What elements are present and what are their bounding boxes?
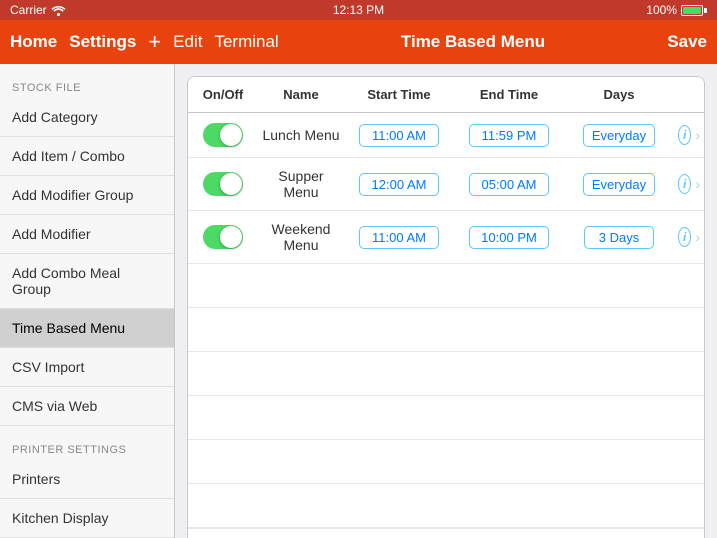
sidebar-section-printer: PRINTER SETTINGS	[0, 426, 174, 460]
row-weekend-end-time[interactable]: 10:00 PM	[454, 224, 564, 251]
sidebar-item-add-item-combo[interactable]: Add Item / Combo	[0, 137, 174, 176]
edit-button[interactable]: Edit	[173, 32, 202, 52]
row-weekend-name: Weekend Menu	[258, 219, 344, 255]
empty-row	[188, 396, 704, 440]
row-weekend-info[interactable]: i ›	[674, 225, 704, 249]
row-lunch-days[interactable]: Everyday	[564, 122, 674, 149]
col-header-onoff: On/Off	[188, 85, 258, 104]
sidebar-item-kitchen-display[interactable]: Kitchen Display	[0, 499, 174, 538]
status-bar-left: Carrier	[10, 3, 66, 17]
row-supper-end-time[interactable]: 05:00 AM	[454, 171, 564, 198]
info-button[interactable]: i	[678, 125, 691, 145]
table-header: On/Off Name Start Time End Time Days	[188, 77, 704, 113]
empty-row	[188, 440, 704, 484]
chevron-right-icon: ›	[695, 127, 700, 143]
sidebar: STOCK FILE Add Category Add Item / Combo…	[0, 64, 175, 538]
battery-pct-label: 100%	[646, 3, 677, 17]
wifi-icon	[51, 5, 66, 16]
col-header-start-time: Start Time	[344, 85, 454, 104]
info-button[interactable]: i	[678, 227, 691, 247]
row-lunch-name: Lunch Menu	[258, 125, 344, 145]
chevron-right-icon: ›	[695, 229, 700, 245]
empty-row	[188, 352, 704, 396]
sidebar-item-csv-import[interactable]: CSV Import	[0, 348, 174, 387]
col-header-days: Days	[564, 85, 674, 104]
status-bar-right: 100%	[646, 3, 707, 17]
settings-button[interactable]: Settings	[69, 32, 136, 52]
row-lunch-start-time[interactable]: 11:00 AM	[344, 122, 454, 149]
empty-row	[188, 308, 704, 352]
status-bar-time: 12:13 PM	[333, 3, 384, 17]
terminal-button[interactable]: Terminal	[214, 32, 278, 52]
row-supper-start-time[interactable]: 12:00 AM	[344, 171, 454, 198]
main-layout: STOCK FILE Add Category Add Item / Combo…	[0, 64, 717, 538]
chevron-right-icon: ›	[695, 176, 700, 192]
add-button[interactable]: +	[148, 29, 161, 55]
table-row: Lunch Menu 11:00 AM 11:59 PM Everyday i …	[188, 113, 704, 158]
row-supper-name: Supper Menu	[258, 166, 344, 202]
empty-row	[188, 484, 704, 528]
sidebar-item-printers[interactable]: Printers	[0, 460, 174, 499]
sidebar-item-time-based-menu[interactable]: Time Based Menu	[0, 309, 174, 348]
row-supper-info[interactable]: i ›	[674, 172, 704, 196]
sidebar-item-add-modifier[interactable]: Add Modifier	[0, 215, 174, 254]
row-weekend-start-time[interactable]: 11:00 AM	[344, 224, 454, 251]
row-weekend-days[interactable]: 3 Days	[564, 224, 674, 251]
nav-bar-left: Home Settings + Edit Terminal	[10, 29, 279, 55]
toggle-supper[interactable]	[188, 170, 258, 198]
carrier-label: Carrier	[10, 3, 47, 17]
status-bar: Carrier 12:13 PM 100%	[0, 0, 717, 20]
row-lunch-info[interactable]: i ›	[674, 123, 704, 147]
sidebar-item-add-category[interactable]: Add Category	[0, 98, 174, 137]
sidebar-item-add-combo-meal-group[interactable]: Add Combo Meal Group	[0, 254, 174, 309]
table-row: Weekend Menu 11:00 AM 10:00 PM 3 Days i …	[188, 211, 704, 264]
toggle-weekend[interactable]	[188, 223, 258, 251]
info-button[interactable]: i	[678, 174, 691, 194]
col-header-name: Name	[258, 85, 344, 104]
content-area: On/Off Name Start Time End Time Days Lun…	[175, 64, 717, 538]
sidebar-section-stock: STOCK FILE	[0, 64, 174, 98]
col-header-end-time: End Time	[454, 85, 564, 104]
sidebar-item-cms-via-web[interactable]: CMS via Web	[0, 387, 174, 426]
time-based-menu-table: On/Off Name Start Time End Time Days Lun…	[187, 76, 705, 538]
row-supper-days[interactable]: Everyday	[564, 171, 674, 198]
toggle-lunch[interactable]	[188, 121, 258, 149]
save-button[interactable]: Save	[667, 32, 707, 52]
row-lunch-end-time[interactable]: 11:59 PM	[454, 122, 564, 149]
col-header-action	[674, 85, 704, 104]
table-row: Supper Menu 12:00 AM 05:00 AM Everyday i…	[188, 158, 704, 211]
battery-icon	[681, 5, 707, 16]
nav-title: Time Based Menu	[279, 32, 668, 52]
empty-row	[188, 264, 704, 308]
home-button[interactable]: Home	[10, 32, 57, 52]
nav-bar: Home Settings + Edit Terminal Time Based…	[0, 20, 717, 64]
table-footer-note: - Time based menu allows you to show dif…	[188, 528, 704, 538]
sidebar-item-add-modifier-group[interactable]: Add Modifier Group	[0, 176, 174, 215]
